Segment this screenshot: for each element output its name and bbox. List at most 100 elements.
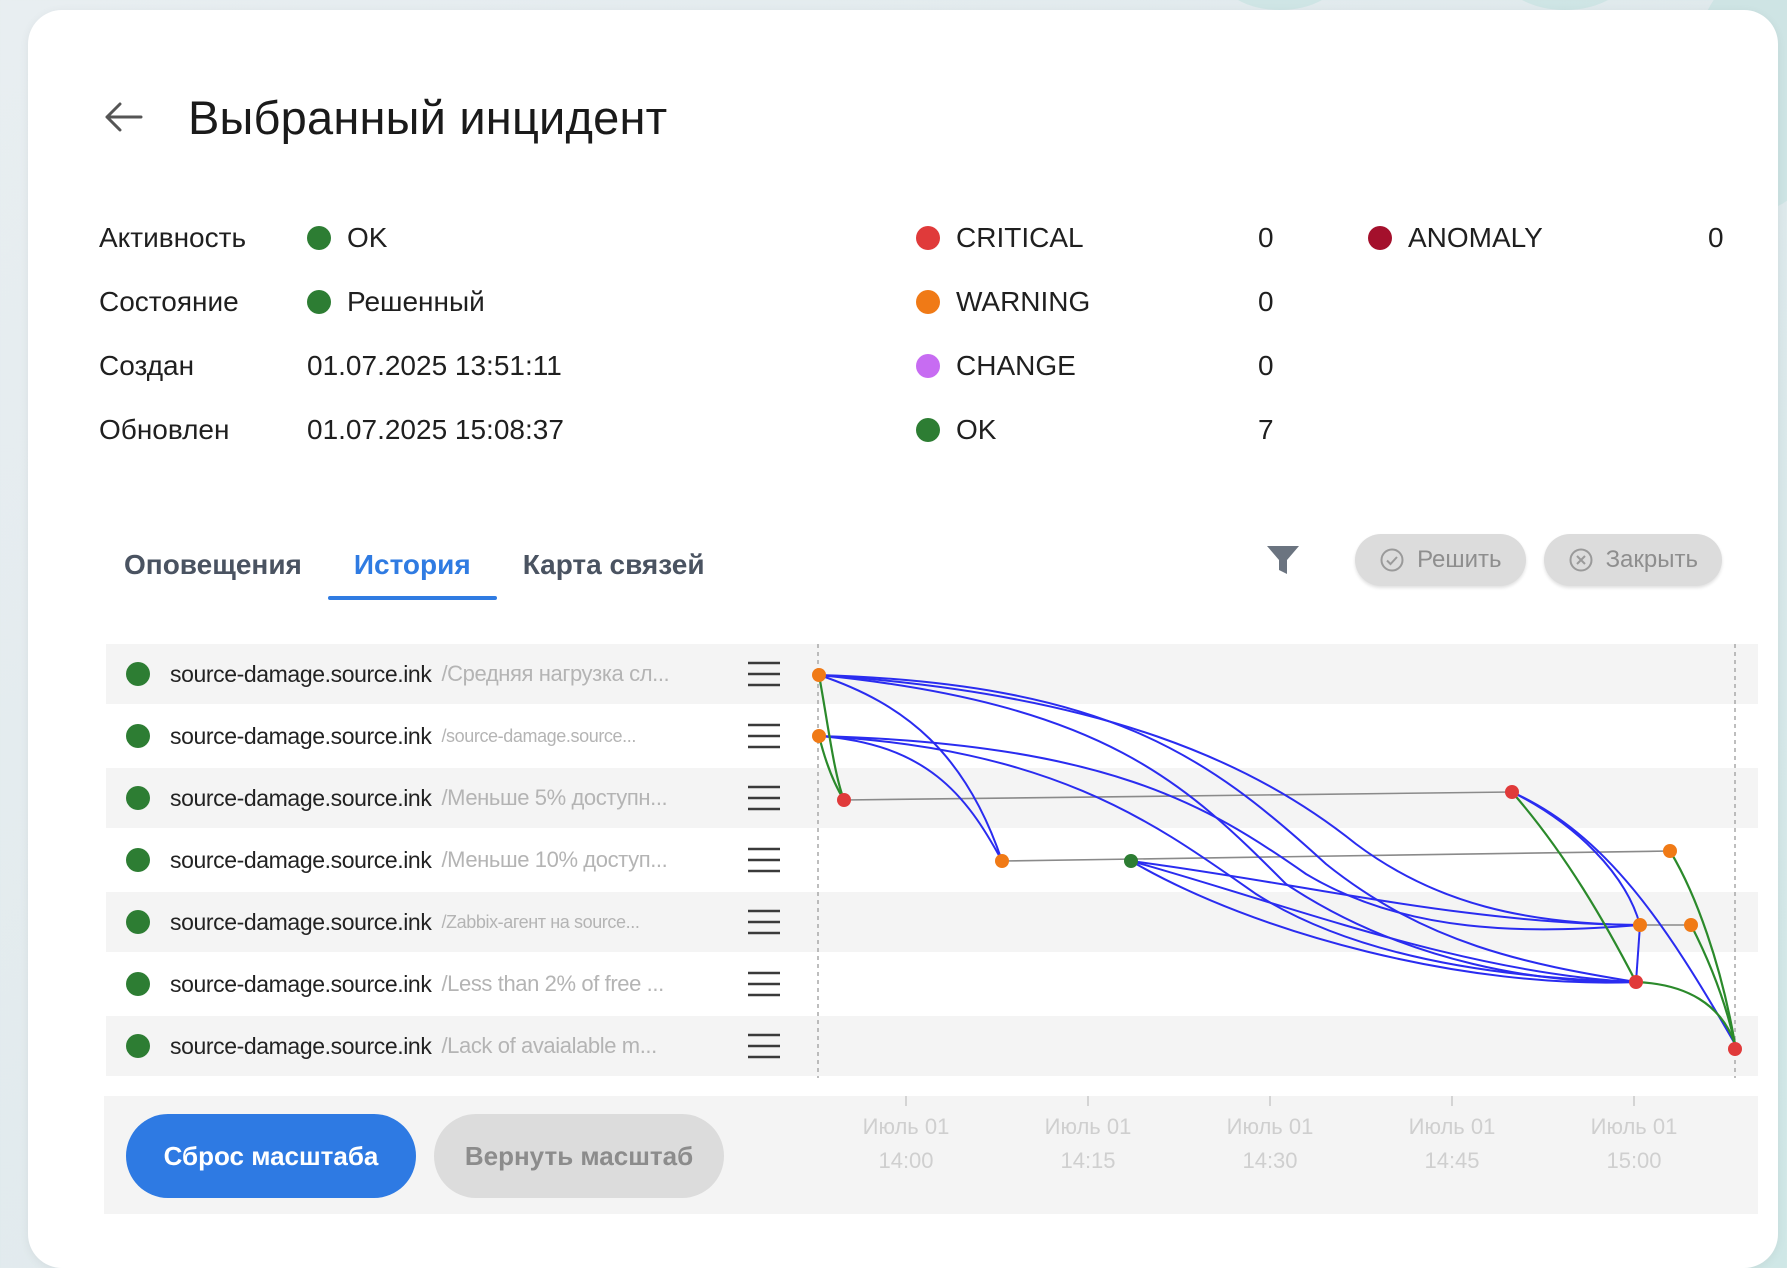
tick-mark: [1451, 1096, 1453, 1106]
tick-label: Июль 01 14:15: [1028, 1110, 1148, 1178]
count-name: CHANGE: [956, 350, 1076, 381]
event-points: [812, 668, 1742, 1056]
resolve-link: [1511, 791, 1637, 983]
event-point[interactable]: [1124, 854, 1138, 868]
tick-time: 14:45: [1424, 1148, 1480, 1173]
toolbar: Решить Закрыть: [1263, 534, 1722, 586]
resolve-links: [817, 674, 1737, 1045]
event-point[interactable]: [812, 729, 826, 743]
reset-zoom-button[interactable]: Сброс масштаба: [126, 1114, 416, 1198]
event-point[interactable]: [837, 793, 851, 807]
count-value: 0: [1258, 222, 1274, 253]
event-point[interactable]: [812, 668, 826, 682]
filter-icon[interactable]: [1263, 540, 1303, 580]
tab-relation-map[interactable]: Карта связей: [497, 530, 731, 600]
relation-link: [1511, 791, 1641, 926]
count-value: 0: [1708, 222, 1724, 253]
event-point[interactable]: [995, 854, 1009, 868]
check-circle-icon: [1379, 547, 1405, 573]
count-change: CHANGE 0: [916, 334, 1316, 398]
timeline-graph[interactable]: [106, 644, 1758, 1084]
incident-card: Выбранный инцидент Активность OK Состоян…: [28, 10, 1778, 1268]
info-label: Состояние: [99, 286, 239, 317]
count-name: ANOMALY: [1408, 222, 1543, 253]
tick-mark: [905, 1096, 907, 1106]
relation-link: [818, 674, 1641, 926]
count-value: 7: [1258, 414, 1274, 445]
info-label: Активность: [99, 222, 247, 253]
tick-time: 14:30: [1242, 1148, 1298, 1173]
tick-time: 14:00: [878, 1148, 934, 1173]
tab-bar: Оповещения История Карта связей: [98, 530, 731, 600]
event-point[interactable]: [1629, 975, 1643, 989]
count-name: OK: [956, 414, 997, 445]
severity-dot-icon: [916, 226, 940, 250]
timeline-bar: [1001, 850, 1671, 862]
tick-date: Июль 01: [1044, 1114, 1132, 1139]
resolve-link: [1690, 924, 1737, 1045]
relation-link: [1130, 860, 1641, 926]
relation-link: [1635, 924, 1641, 983]
severity-counts: CRITICAL 0 WARNING 0 CHANGE 0 OK 7: [916, 206, 1316, 462]
header: Выбранный инцидент: [98, 82, 667, 152]
count-name: WARNING: [956, 286, 1091, 317]
relation-link: [818, 674, 1637, 984]
relation-links: [818, 674, 1736, 1045]
severity-dot-icon: [1368, 226, 1392, 250]
tick-mark: [1087, 1096, 1089, 1106]
arrow-left-icon[interactable]: [98, 92, 148, 142]
count-critical: CRITICAL 0: [916, 206, 1316, 270]
info-row-created: Создан 01.07.2025 13:51:11: [99, 334, 564, 398]
tick-label: Июль 01 14:45: [1392, 1110, 1512, 1178]
info-value: OK: [347, 222, 388, 253]
tab-history[interactable]: История: [327, 530, 497, 600]
severity-dot-icon: [916, 290, 940, 314]
severity-counts-extra: ANOMALY 0: [1368, 206, 1748, 270]
restore-zoom-button[interactable]: Вернуть масштаб: [434, 1114, 724, 1198]
info-label: Обновлен: [99, 414, 230, 445]
tick-label: Июль 01 14:00: [846, 1110, 966, 1178]
tick-label: Июль 01 15:00: [1574, 1110, 1694, 1178]
info-value: 01.07.2025 15:08:37: [307, 414, 564, 445]
event-point[interactable]: [1684, 918, 1698, 932]
tick-time: 15:00: [1606, 1148, 1662, 1173]
tick-date: Июль 01: [1590, 1114, 1678, 1139]
incident-info: Активность OK Состояние Решенный Создан …: [99, 206, 564, 462]
tab-alerts[interactable]: Оповещения: [98, 530, 328, 600]
tick-date: Июль 01: [1408, 1114, 1496, 1139]
count-ok: OK 7: [916, 398, 1316, 462]
severity-dot-icon: [916, 418, 940, 442]
info-row-state: Состояние Решенный: [99, 270, 564, 334]
event-point[interactable]: [1663, 844, 1677, 858]
close-circle-icon: [1568, 547, 1594, 573]
timeline-footer: Сброс масштаба Вернуть масштаб Июль 01 1…: [104, 1096, 1758, 1214]
close-button-label: Закрыть: [1605, 546, 1698, 573]
tick-label: Июль 01 14:30: [1210, 1110, 1330, 1178]
severity-dot-icon: [916, 354, 940, 378]
info-label: Создан: [99, 350, 195, 381]
count-name: CRITICAL: [956, 222, 1084, 253]
tick-time: 14:15: [1060, 1148, 1116, 1173]
count-warning: WARNING 0: [916, 270, 1316, 334]
relation-link: [818, 735, 1637, 983]
page-title: Выбранный инцидент: [188, 90, 668, 144]
event-point[interactable]: [1728, 1042, 1742, 1056]
info-value: 01.07.2025 13:51:11: [307, 350, 562, 381]
tick-date: Июль 01: [1226, 1114, 1314, 1139]
event-point[interactable]: [1633, 918, 1647, 932]
resolve-button[interactable]: Решить: [1355, 534, 1526, 586]
status-dot-icon: [307, 290, 331, 314]
info-row-activity: Активность OK: [99, 206, 564, 270]
status-dot-icon: [307, 226, 331, 250]
tick-date: Июль 01: [862, 1114, 950, 1139]
tick-mark: [1633, 1096, 1635, 1106]
event-point[interactable]: [1505, 785, 1519, 799]
count-anomaly: ANOMALY 0: [1368, 206, 1748, 270]
resolve-button-label: Решить: [1417, 546, 1502, 573]
close-incident-button[interactable]: Закрыть: [1543, 534, 1722, 586]
tick-mark: [1269, 1096, 1271, 1106]
relation-link: [818, 674, 1003, 862]
count-value: 0: [1258, 350, 1274, 381]
count-value: 0: [1258, 286, 1274, 317]
info-value: Решенный: [347, 286, 485, 317]
